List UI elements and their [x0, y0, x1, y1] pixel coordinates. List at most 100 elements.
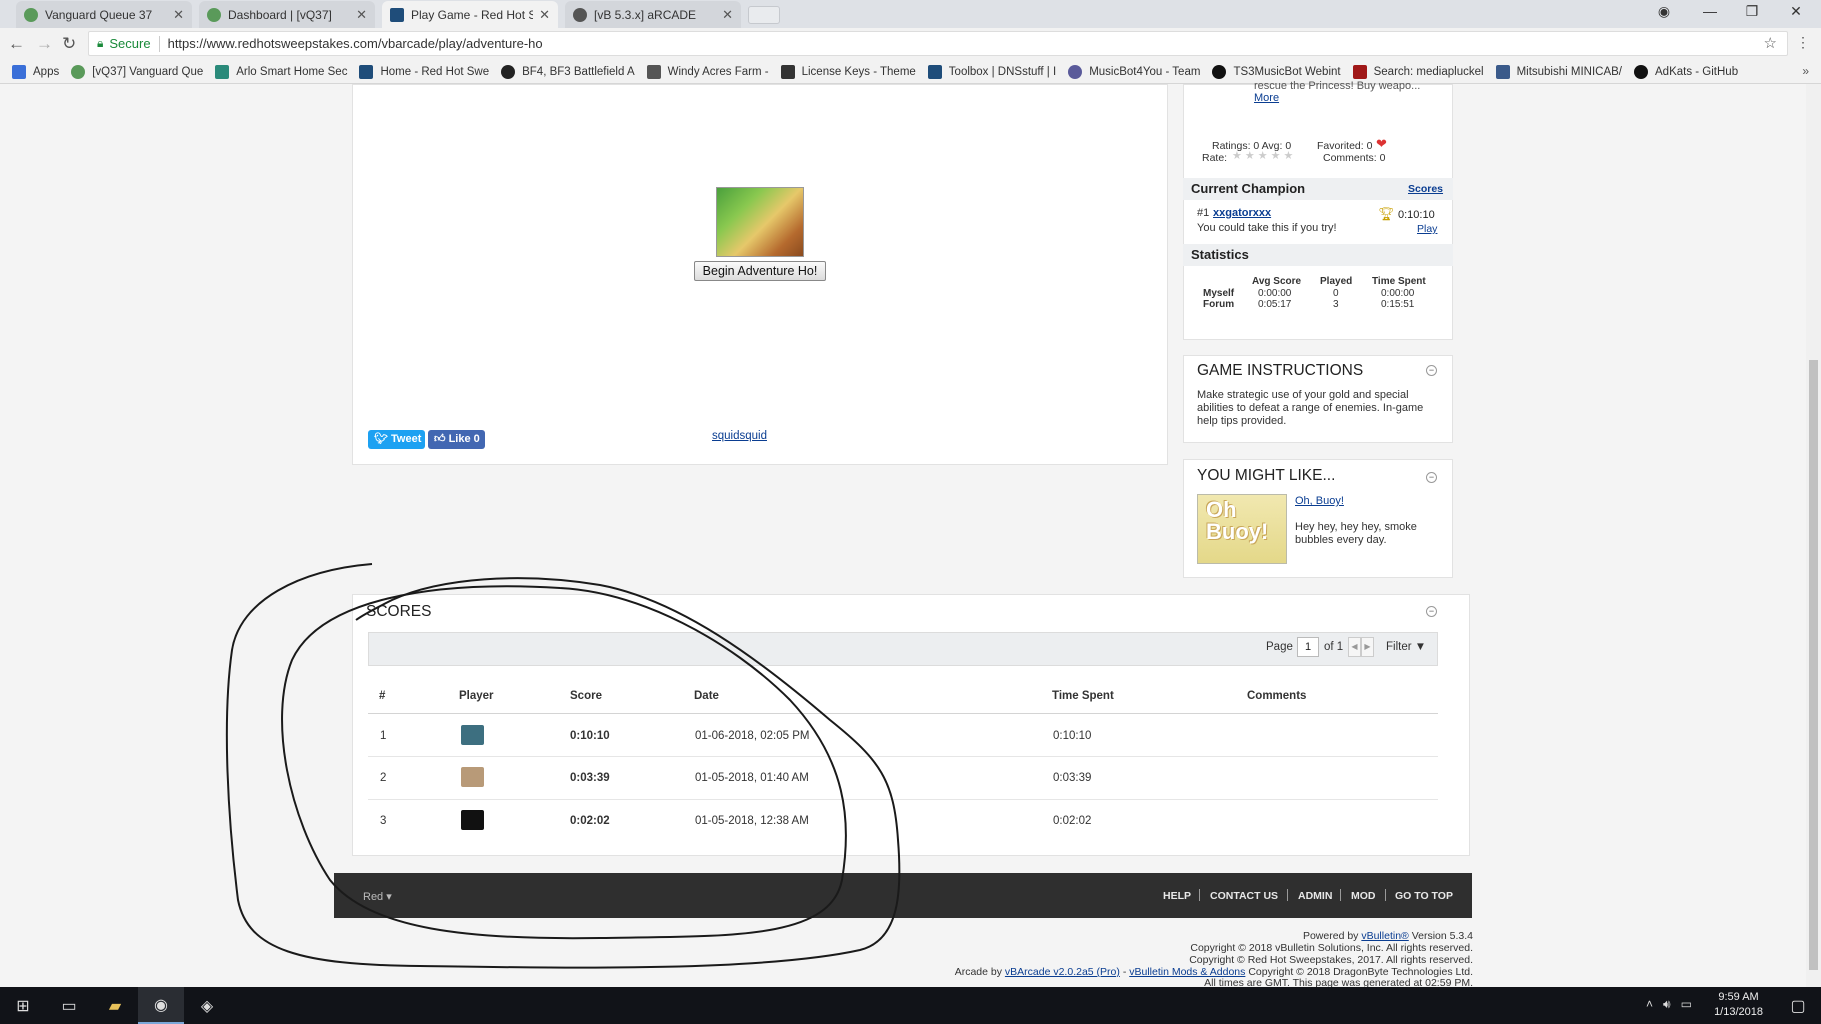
game-author-link[interactable]: squidsquid	[712, 430, 767, 442]
bookmarks-bar: Apps [vQ37] Vanguard Que Arlo Smart Home…	[0, 60, 1821, 84]
suggested-game-link[interactable]: Oh, Buoy!	[1295, 495, 1344, 507]
row-time: 0:02:02	[1053, 815, 1092, 827]
tab-favicon-icon	[390, 7, 404, 22]
instructions-text: Make strategic use of your gold and spec…	[1197, 389, 1424, 427]
footer-contact-link[interactable]: CONTACT US	[1210, 890, 1278, 902]
player-avatar[interactable]	[461, 725, 484, 745]
bookmark-item[interactable]: AdKats - GitHub	[1634, 64, 1738, 79]
col-score: Score	[570, 690, 602, 702]
stat-value: 0:15:51	[1381, 299, 1415, 310]
style-selector[interactable]: Red ▾	[363, 890, 392, 903]
bookmark-item[interactable]: License Keys - Theme	[780, 64, 916, 79]
app-icon[interactable]: ◈	[184, 987, 230, 1024]
favorite-heart-icon[interactable]: ❤	[1376, 136, 1387, 152]
collapse-icon[interactable]: −	[1426, 606, 1437, 617]
tab-play-game[interactable]: Play Game - Red Hot Sw ✕	[382, 1, 558, 28]
bookmark-favicon-icon	[927, 64, 942, 79]
close-icon[interactable]: ✕	[539, 7, 550, 23]
row-rank: 2	[380, 772, 387, 784]
close-icon[interactable]: ✕	[173, 7, 184, 23]
footer-help-link[interactable]: HELP	[1163, 890, 1191, 902]
player-avatar[interactable]	[461, 767, 484, 787]
play-link[interactable]: Play	[1417, 223, 1437, 235]
restore-icon[interactable]: ❐	[1742, 3, 1762, 20]
tab-dashboard[interactable]: Dashboard | [vQ37] ✕	[199, 1, 375, 28]
scrollbar-thumb[interactable]	[1809, 360, 1818, 970]
bookmark-item[interactable]: Search: mediapluckel	[1352, 64, 1484, 79]
scores-link[interactable]: Scores	[1408, 183, 1443, 195]
minimize-icon[interactable]: —	[1700, 3, 1720, 19]
row-time: 0:10:10	[1053, 730, 1092, 742]
reload-icon[interactable]: ↻	[62, 34, 76, 54]
game-thumbnail[interactable]	[716, 187, 804, 257]
forward-icon[interactable]: →	[36, 34, 53, 54]
page-number-input[interactable]: 1	[1297, 637, 1319, 657]
rating-stars[interactable]: ★★★★★	[1232, 149, 1296, 162]
bookmark-item[interactable]: Home - Red Hot Swe	[359, 64, 489, 79]
facebook-like-button[interactable]: 👍︎ Like 0	[428, 430, 485, 449]
statistics-heading: Statistics	[1183, 244, 1453, 266]
url-input[interactable]: 🔒︎ Secure https://www.redhotsweepstakes.…	[88, 31, 1788, 56]
address-bar-row: ← → ↻ 🔒︎ Secure https://www.redhotsweeps…	[0, 28, 1821, 60]
filter-button[interactable]: Filter ▼	[1386, 641, 1426, 653]
footer-mod-link[interactable]: MOD	[1351, 890, 1376, 902]
taskbar-clock[interactable]: 9:59 AM 1/13/2018	[1714, 990, 1763, 1020]
bookmark-item[interactable]: Toolbox | DNSstuff | I	[927, 64, 1056, 79]
bookmark-favicon-icon	[646, 64, 661, 79]
col-time-spent: Time Spent	[1052, 690, 1114, 702]
bookmark-item[interactable]: BF4, BF3 Battlefield A	[501, 64, 635, 79]
menu-dots-icon[interactable]: ⋮	[1796, 34, 1810, 51]
bookmark-star-icon[interactable]: ☆	[1764, 34, 1777, 52]
player-avatar[interactable]	[461, 810, 484, 830]
bookmark-item[interactable]: TS3MusicBot Webint	[1212, 64, 1341, 79]
new-tab-button[interactable]	[748, 6, 780, 24]
back-icon[interactable]: ←	[8, 34, 25, 54]
window-close-icon[interactable]: ✕	[1786, 3, 1806, 20]
begin-game-button[interactable]: Begin Adventure Ho!	[694, 261, 826, 281]
chevron-down-icon: ▼	[1414, 641, 1427, 653]
tab-vanguard-queue[interactable]: Vanguard Queue 37 ✕	[16, 1, 192, 28]
copyright-line: Copyright © 2018 vBulletin Solutions, In…	[1190, 942, 1473, 954]
close-icon[interactable]: ✕	[722, 7, 733, 23]
more-bookmarks-icon[interactable]: »	[1802, 64, 1809, 78]
more-link[interactable]: More	[1254, 92, 1279, 104]
task-view-icon[interactable]: ▭	[46, 987, 92, 1024]
bookmark-favicon-icon	[1352, 64, 1367, 79]
bookmark-item[interactable]: Mitsubishi MINICAB/	[1495, 64, 1622, 79]
bookmark-item[interactable]: Windy Acres Farm -	[646, 64, 769, 79]
windows-start-icon[interactable]: ⊞	[0, 987, 46, 1024]
bookmark-item[interactable]: Arlo Smart Home Sec	[215, 64, 347, 79]
page-of-label: of 1	[1324, 641, 1344, 653]
chrome-icon[interactable]: ◉	[138, 987, 184, 1024]
bookmark-item[interactable]: [vQ37] Vanguard Que	[71, 64, 203, 79]
bookmark-item[interactable]: MusicBot4You - Team	[1068, 64, 1200, 79]
suggested-game-logo: Oh Buoy!	[1206, 497, 1269, 544]
footer-go-to-top-link[interactable]: GO TO TOP	[1395, 890, 1453, 902]
stat-row-label: Forum	[1203, 299, 1235, 310]
notifications-icon[interactable]: ▢	[1775, 987, 1821, 1024]
prev-page-icon[interactable]: ◀	[1348, 637, 1361, 657]
vbulletin-link[interactable]: vBulletin®	[1361, 930, 1408, 942]
collapse-icon[interactable]: −	[1426, 365, 1437, 376]
profile-icon[interactable]: ◉	[1654, 3, 1674, 20]
suggested-game-thumbnail[interactable]: Oh Buoy!	[1197, 494, 1287, 564]
next-page-icon[interactable]: ▶	[1361, 637, 1374, 657]
tweet-button[interactable]: 🐦︎ Tweet	[368, 430, 425, 449]
close-icon[interactable]: ✕	[356, 7, 367, 23]
bookmark-apps[interactable]: Apps	[12, 64, 59, 79]
champion-tagline: You could take this if you try!	[1197, 222, 1337, 234]
champion-name-link[interactable]: xxgatorxxx	[1213, 207, 1271, 219]
tab-favicon-icon	[207, 7, 221, 22]
vbarcade-link[interactable]: vBArcade v2.0.2a5 (Pro)	[1005, 966, 1120, 978]
footer-admin-link[interactable]: ADMIN	[1298, 890, 1332, 902]
row-score: 0:02:02	[570, 815, 610, 827]
row-score: 0:10:10	[570, 730, 610, 742]
divider	[1385, 889, 1386, 901]
col-comments: Comments	[1247, 690, 1307, 702]
collapse-icon[interactable]: −	[1426, 472, 1437, 483]
tab-vb-arcade[interactable]: [vB 5.3.x] aRCADE ✕	[565, 1, 741, 28]
file-explorer-icon[interactable]: ▰	[92, 987, 138, 1024]
table-row	[368, 800, 1438, 843]
apps-grid-icon	[12, 64, 26, 79]
system-tray-icons[interactable]: ˄🔊︎▭	[1646, 997, 1702, 1012]
